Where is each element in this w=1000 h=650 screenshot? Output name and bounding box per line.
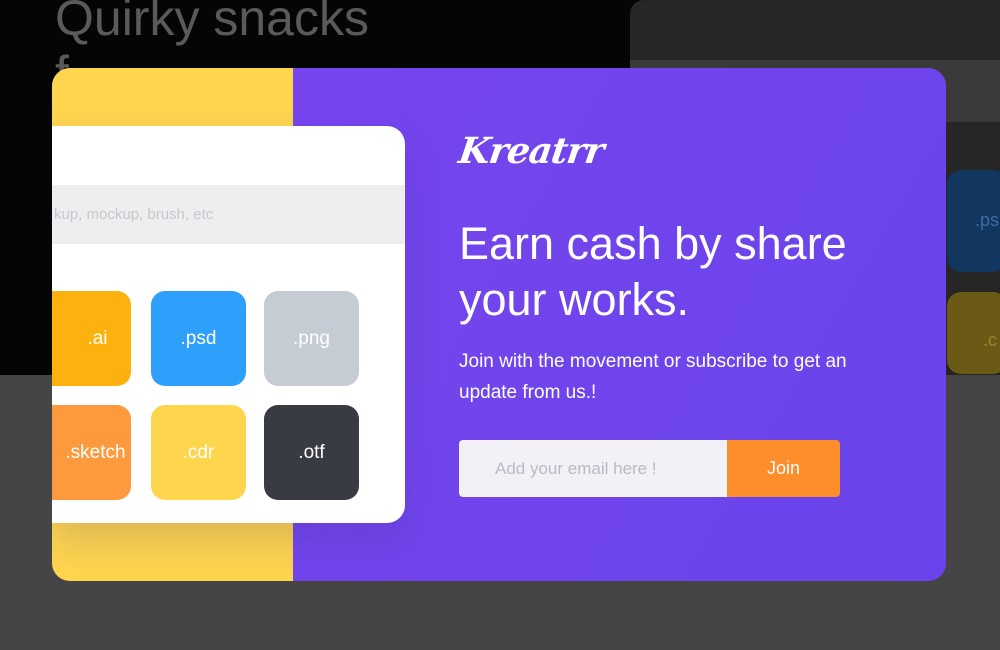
file-tile-sketch: .sketch <box>52 405 131 500</box>
join-button[interactable]: Join <box>727 440 840 497</box>
file-preview-card: kup, mockup, brush, etc .ai .psd .png .s… <box>52 126 405 523</box>
background-heading: Quirky snacks <box>55 0 369 46</box>
email-input[interactable] <box>459 440 727 497</box>
file-tile-otf: .otf <box>264 405 359 500</box>
file-tile-psd: .psd <box>151 291 246 386</box>
background-tile-psd: .ps <box>947 170 1000 272</box>
file-tile-png: .png <box>264 291 359 386</box>
background-tile-cdr: .c <box>947 292 1000 374</box>
brand-logo-text: Kreatrr <box>456 130 607 172</box>
preview-search-bar: kup, mockup, brush, etc <box>52 185 405 244</box>
subscribe-modal: kup, mockup, brush, etc .ai .psd .png .s… <box>52 68 946 581</box>
brand-logo: Kreatrr <box>456 126 619 184</box>
modal-headline: Earn cash by share your works. <box>459 218 847 325</box>
file-tile-ai: .ai <box>52 291 131 386</box>
modal-subtext: Join with the movement or subscribe to g… <box>459 351 847 403</box>
file-tile-cdr: .cdr <box>151 405 246 500</box>
